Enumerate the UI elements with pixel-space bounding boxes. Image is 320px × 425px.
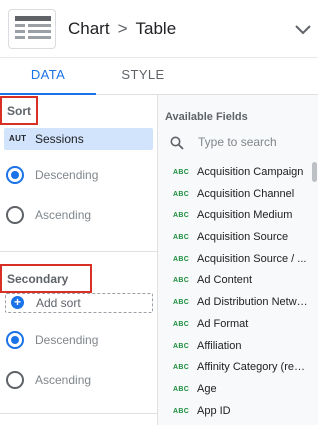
field-name: Acquisition Channel (197, 187, 295, 200)
sort-section-label: Sort (0, 96, 38, 125)
dimension-type-tag: ABC (173, 320, 190, 328)
sort-ascending-label: Ascending (35, 208, 92, 222)
field-name: App ID (197, 404, 231, 417)
sort-descending-option[interactable]: Descending (0, 162, 156, 190)
field-search-input[interactable]: Type to search (168, 133, 308, 153)
dimension-type-tag: ABC (173, 299, 190, 307)
list-item[interactable]: ABC Ad Format (158, 315, 310, 337)
dimension-type-tag: ABC (173, 169, 190, 176)
fields-scrollbar[interactable] (312, 162, 317, 182)
search-icon (170, 136, 184, 150)
add-sort-label: Add sort (36, 296, 81, 310)
field-name: Ad Format (197, 317, 249, 330)
table-chart-icon[interactable] (8, 9, 56, 49)
sort-field-chip[interactable]: AUT Sessions (4, 128, 153, 150)
add-sort-button[interactable]: + Add sort (5, 293, 153, 313)
dimension-type-tag: ABC (173, 342, 190, 350)
sort-descending-label: Descending (35, 168, 99, 182)
list-item[interactable]: ABC Age (158, 380, 310, 402)
dimension-type-tag: ABC (173, 255, 190, 263)
plus-icon: + (11, 296, 24, 309)
metric-type-tag: AUT (9, 134, 27, 143)
field-name: Age (197, 382, 217, 395)
breadcrumb: Chart > Table (68, 19, 176, 39)
breadcrumb-current: Table (135, 19, 177, 38)
list-item[interactable]: ABC Affinity Category (reac... (158, 358, 310, 380)
list-item[interactable]: ABC Affiliation (158, 337, 310, 359)
dimension-type-tag: ABC (173, 385, 190, 393)
field-name: Acquisition Campaign (197, 166, 304, 178)
list-item[interactable]: ABC Acquisition Campaign (158, 163, 310, 185)
secondary-descending-option[interactable]: Descending (0, 327, 156, 355)
available-fields-title: Available Fields (165, 111, 248, 123)
section-divider (0, 251, 158, 252)
secondary-ascending-label: Ascending (35, 373, 92, 387)
radio-secondary-ascending[interactable] (6, 371, 24, 389)
dimension-type-tag: ABC (173, 407, 190, 415)
dimension-type-tag: ABC (173, 212, 190, 220)
available-fields-pane: Available Fields Type to search ABC Acqui… (158, 95, 318, 425)
field-name: Acquisition Medium (197, 209, 293, 222)
breadcrumb-parent: Chart (68, 19, 110, 38)
search-placeholder: Type to search (198, 135, 277, 149)
list-item[interactable]: ABC Acquisition Source / ... (158, 250, 310, 272)
radio-descending-checked[interactable] (6, 166, 24, 184)
list-item[interactable]: ABC App ID (158, 402, 310, 424)
field-name: Ad Content (197, 274, 253, 287)
list-item[interactable]: ABC Ad Content (158, 271, 310, 293)
dimension-type-tag: ABC (173, 234, 190, 242)
field-name: Ad Distribution Netwo... (197, 296, 310, 309)
tab-style[interactable]: STYLE (96, 58, 190, 95)
dimension-type-tag: ABC (173, 277, 190, 285)
field-name: Affiliation (197, 339, 242, 352)
dimension-type-tag: ABC (173, 364, 190, 372)
panel-tabs: DATA STYLE (0, 58, 318, 95)
radio-secondary-descending-checked[interactable] (6, 331, 24, 349)
field-name: Acquisition Source / ... (197, 252, 307, 265)
secondary-sort-section-label: Secondary sort (0, 264, 92, 312)
field-name: Affinity Category (reac... (197, 361, 310, 374)
radio-ascending[interactable] (6, 206, 24, 224)
tab-data[interactable]: DATA (0, 58, 96, 95)
sort-ascending-option[interactable]: Ascending (0, 202, 156, 230)
sort-settings-pane: Sort AUT Sessions Descending Ascending S… (0, 95, 158, 425)
list-item[interactable]: ABC Ad Distribution Netwo... (158, 293, 310, 315)
section-divider-bottom (0, 413, 158, 414)
sort-field-name: Sessions (35, 132, 84, 146)
chevron-down-icon[interactable] (292, 21, 314, 39)
secondary-descending-label: Descending (35, 333, 99, 347)
breadcrumb-separator: > (117, 19, 128, 38)
list-item[interactable]: ABC Acquisition Channel (158, 185, 310, 207)
panel-header: Chart > Table (0, 0, 318, 58)
list-item[interactable]: ABC Acquisition Medium (158, 206, 310, 228)
field-name: Acquisition Source (197, 231, 289, 244)
dimension-type-tag: ABC (173, 190, 190, 198)
list-item[interactable]: ABC Acquisition Source (158, 228, 310, 250)
secondary-ascending-option[interactable]: Ascending (0, 367, 156, 395)
available-fields-list: ABC Acquisition Campaign ABC Acquisition C… (158, 163, 310, 423)
